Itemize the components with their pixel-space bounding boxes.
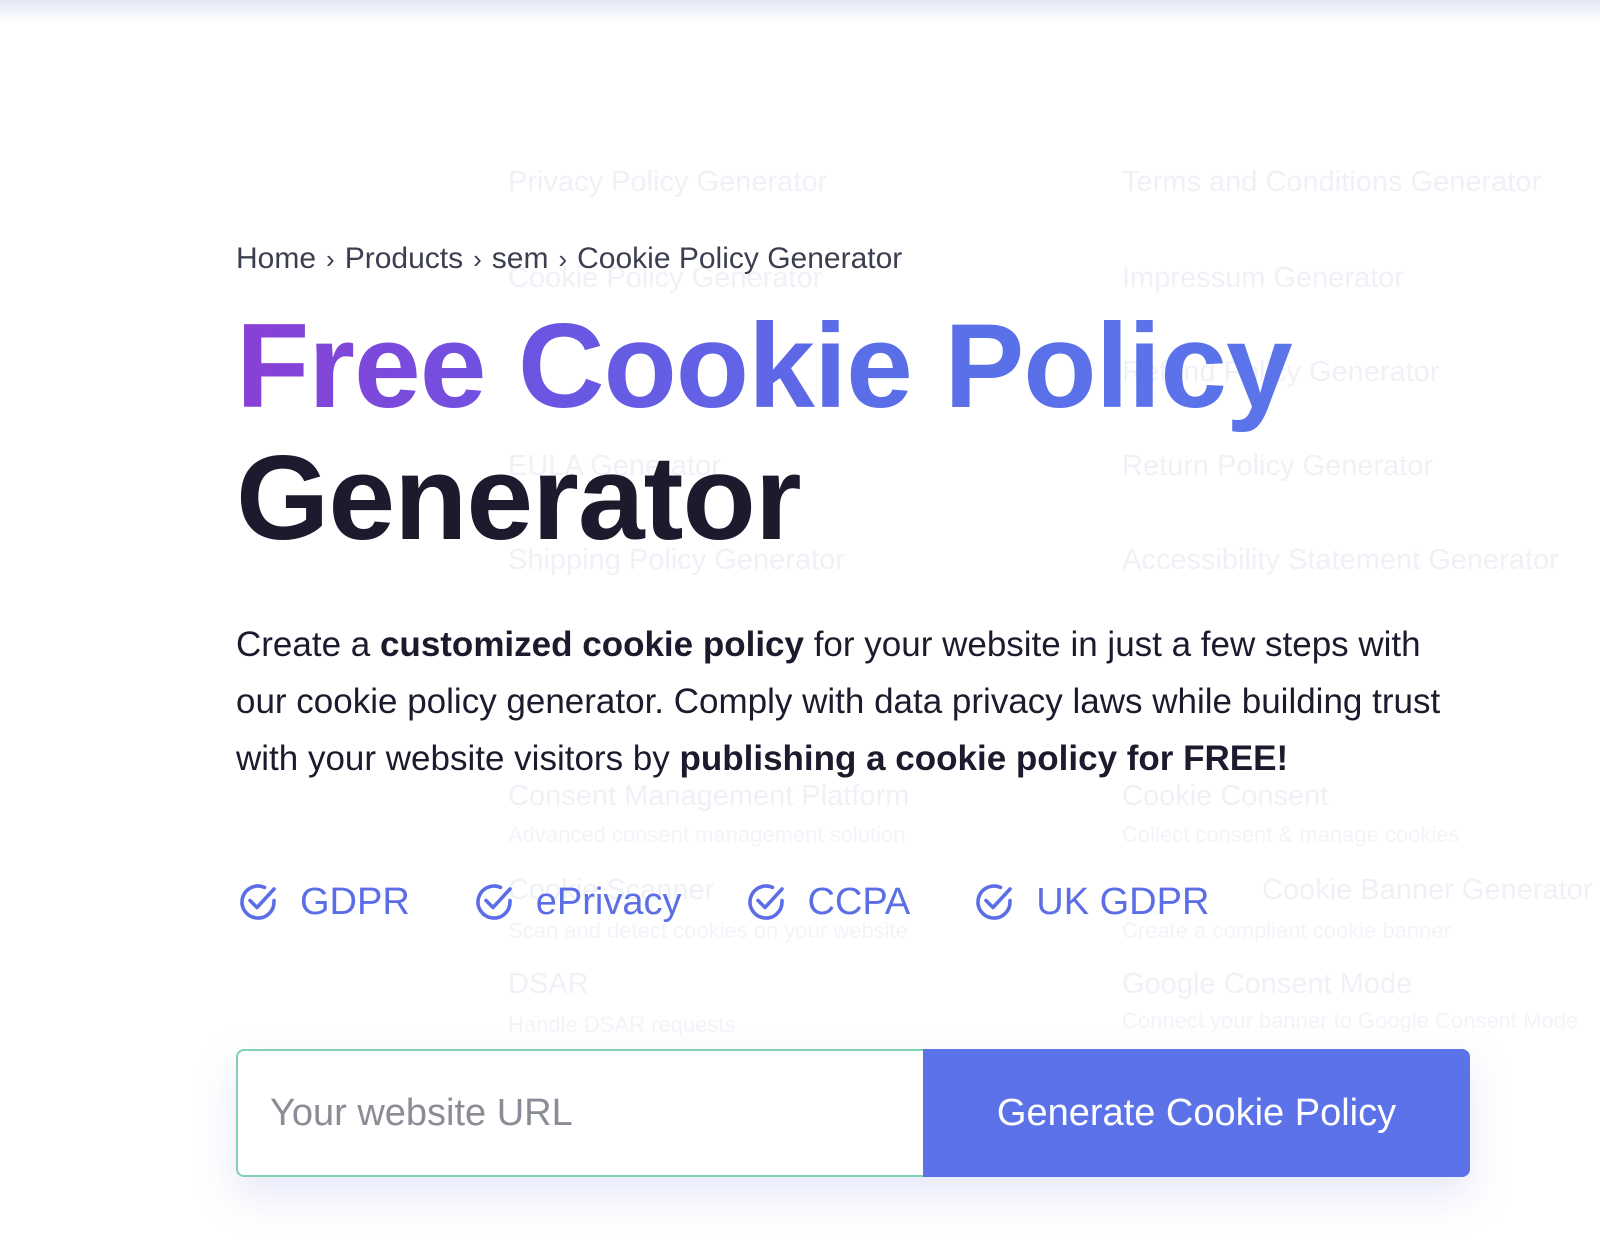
description-bold: publishing a cookie policy for FREE! — [679, 739, 1289, 778]
page-title-highlight: Free Cookie Policy — [236, 299, 1293, 433]
generate-cookie-policy-button[interactable]: Generate Cookie Policy — [923, 1049, 1470, 1177]
page: Privacy Policy Generator Cookie Policy G… — [0, 0, 1600, 1242]
ghost-menu-desc: Handle DSAR requests — [508, 1012, 736, 1037]
badge-label: ePrivacy — [535, 880, 682, 923]
header-shadow — [0, 0, 1600, 22]
ghost-menu-desc: Connect your banner to Google Consent Mo… — [1122, 1008, 1579, 1033]
badge-eprivacy: ePrivacy — [472, 880, 682, 924]
ghost-menu-desc: Advanced consent management solution — [508, 822, 906, 847]
ghost-menu-item: Privacy Policy Generator — [508, 166, 828, 198]
description-bold: customized cookie policy — [379, 625, 804, 664]
check-circle-icon — [240, 884, 276, 920]
badge-label: GDPR — [300, 880, 410, 923]
ghost-menu-item: Impressum Generator — [1122, 262, 1405, 294]
breadcrumb-separator: › — [558, 244, 568, 274]
badge-label: CCPA — [807, 880, 911, 923]
badge-label: UK GDPR — [1036, 880, 1210, 923]
page-title-rest: Generator — [236, 431, 802, 565]
breadcrumb-products-link[interactable]: Products — [345, 242, 463, 275]
check-circle-icon — [476, 884, 512, 920]
ghost-menu-item: Cookie Banner Generator — [1262, 874, 1593, 906]
ghost-menu-item: Terms and Conditions Generator — [1122, 166, 1542, 198]
breadcrumb-current: Cookie Policy Generator — [577, 242, 903, 275]
badge-ccpa: CCPA — [744, 880, 911, 924]
page-title: Free Cookie Policy Generator — [236, 299, 1293, 565]
check-circle-icon — [976, 884, 1013, 920]
breadcrumb-separator: › — [473, 244, 482, 274]
breadcrumb-sem-link[interactable]: sem — [492, 242, 549, 275]
website-url-input[interactable] — [236, 1049, 923, 1177]
ghost-menu-item: Google Consent Mode — [1122, 968, 1413, 1000]
breadcrumb: Home › Products › sem › Cookie Policy Generato… — [236, 242, 902, 276]
breadcrumb-home-link[interactable]: Home — [236, 242, 316, 275]
check-circle-icon — [747, 884, 784, 920]
description-text: Create a — [236, 625, 380, 664]
generate-form: Generate Cookie Policy — [236, 1049, 1470, 1177]
hero-description: Create a customized cookie policy for yo… — [236, 616, 1466, 787]
breadcrumb-separator: › — [326, 244, 335, 274]
badge-gdpr: GDPR — [236, 880, 410, 924]
ghost-menu-desc: Collect consent & manage cookies — [1122, 822, 1460, 847]
ghost-menu-item: DSAR — [508, 968, 589, 1000]
compliance-badges: GDPR ePrivacy CCPA UK GDPR — [236, 880, 1271, 924]
badge-uk-gdpr: UK GDPR — [972, 880, 1209, 924]
